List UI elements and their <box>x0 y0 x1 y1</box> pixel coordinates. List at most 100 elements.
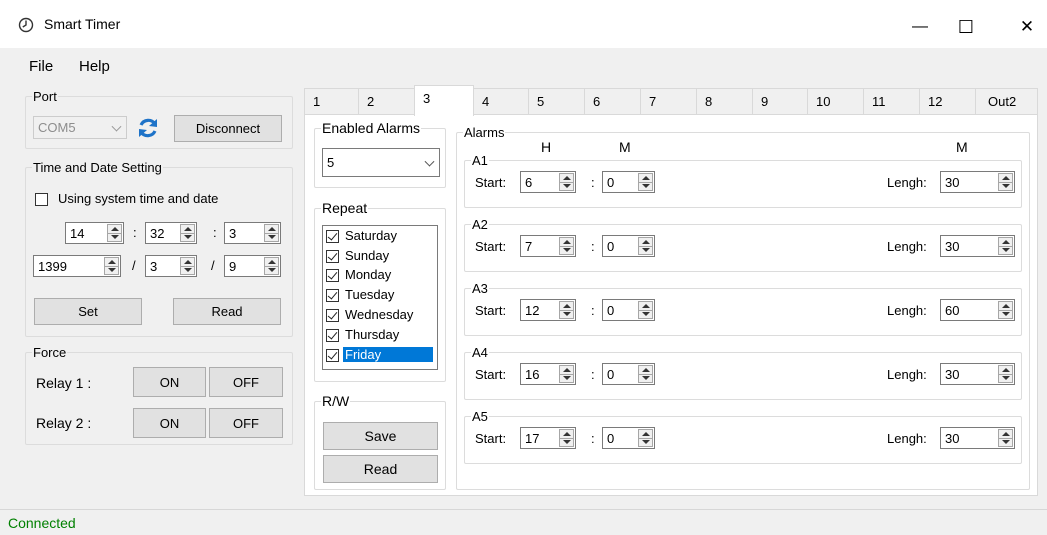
tab-6[interactable]: 6 <box>584 88 641 115</box>
length-label: Lengh: <box>887 175 927 190</box>
tab-label: 6 <box>593 94 601 109</box>
menu-file[interactable]: File <box>29 58 53 75</box>
use-system-time-checkbox[interactable] <box>35 193 48 206</box>
checkbox-checked-icon[interactable] <box>326 250 339 263</box>
alarm-hour-stepper[interactable]: 16 <box>520 363 576 385</box>
spin-arrows-icon[interactable] <box>559 237 574 255</box>
alarm-minute-stepper[interactable]: 0 <box>602 235 655 257</box>
tab-8[interactable]: 8 <box>696 88 753 115</box>
tab-12[interactable]: 12 <box>919 88 976 115</box>
checkbox-checked-icon[interactable] <box>326 349 339 362</box>
alarm-colon: : <box>591 431 595 446</box>
relay2-on-button[interactable]: ON <box>133 408 206 438</box>
day-stepper[interactable]: 9 <box>224 255 281 277</box>
tab-9[interactable]: 9 <box>752 88 808 115</box>
list-item[interactable]: Sunday <box>325 248 433 264</box>
tab-11[interactable]: 11 <box>863 88 920 115</box>
tab-2[interactable]: 2 <box>358 88 415 115</box>
spin-arrows-icon[interactable] <box>559 301 574 319</box>
tab-3[interactable]: 3 <box>414 85 474 116</box>
year-stepper[interactable]: 1399 <box>33 255 121 277</box>
refresh-icon[interactable] <box>135 115 161 141</box>
checkbox-checked-icon[interactable] <box>326 309 339 322</box>
save-button[interactable]: Save <box>323 422 438 450</box>
checkbox-checked-icon[interactable] <box>326 329 339 342</box>
spin-arrows-icon[interactable] <box>559 173 574 191</box>
use-system-time-label: Using system time and date <box>58 191 219 206</box>
set-time-button[interactable]: Set <box>34 298 142 325</box>
enabled-alarms-legend: Enabled Alarms <box>322 120 421 136</box>
spin-arrows-icon[interactable] <box>559 429 574 447</box>
alarm-minute-stepper[interactable]: 0 <box>602 363 655 385</box>
spin-arrows-icon[interactable] <box>998 365 1013 383</box>
tab-7[interactable]: 7 <box>640 88 697 115</box>
spin-arrows-icon[interactable] <box>180 257 195 275</box>
minute-stepper[interactable]: 32 <box>145 222 197 244</box>
alarm-name: A1 <box>472 153 488 168</box>
enabled-alarms-combo[interactable]: 5 <box>322 148 440 177</box>
spin-arrows-icon[interactable] <box>107 224 122 242</box>
close-button[interactable]: ✕ <box>1007 12 1047 42</box>
spin-arrows-icon[interactable] <box>998 301 1013 319</box>
tab-4[interactable]: 4 <box>473 88 529 115</box>
alarm-minute-stepper[interactable]: 0 <box>602 171 655 193</box>
spin-arrows-icon[interactable] <box>998 237 1013 255</box>
checkbox-checked-icon[interactable] <box>326 289 339 302</box>
spin-arrows-icon[interactable] <box>638 429 653 447</box>
tab-1[interactable]: 1 <box>304 88 359 115</box>
list-item-selected[interactable]: Friday <box>325 347 433 363</box>
tab-10[interactable]: 10 <box>807 88 864 115</box>
spin-arrows-icon[interactable] <box>638 301 653 319</box>
length-label: Lengh: <box>887 367 927 382</box>
list-item[interactable]: Tuesday <box>325 287 433 303</box>
maximize-button[interactable]: ☐ <box>946 12 986 42</box>
list-item[interactable]: Monday <box>325 267 433 283</box>
alarm-minute-stepper[interactable]: 0 <box>602 299 655 321</box>
alarm-minute-stepper[interactable]: 0 <box>602 427 655 449</box>
spin-arrows-icon[interactable] <box>264 257 279 275</box>
spin-arrows-icon[interactable] <box>638 365 653 383</box>
repeat-days-list[interactable]: Saturday Sunday Monday Tuesday Wednesday… <box>322 225 438 370</box>
disconnect-button[interactable]: Disconnect <box>174 115 282 142</box>
alarm-hour-stepper[interactable]: 17 <box>520 427 576 449</box>
spin-arrows-icon[interactable] <box>104 257 119 275</box>
spin-arrows-icon[interactable] <box>998 173 1013 191</box>
month-stepper[interactable]: 3 <box>145 255 197 277</box>
alarm-hour-stepper[interactable]: 7 <box>520 235 576 257</box>
alarm-colon: : <box>591 367 595 382</box>
spin-arrows-icon[interactable] <box>638 237 653 255</box>
tab-out2[interactable]: Out2 <box>975 88 1038 115</box>
checkbox-checked-icon[interactable] <box>326 269 339 282</box>
checkbox-checked-icon[interactable] <box>326 230 339 243</box>
list-item[interactable]: Thursday <box>325 327 433 343</box>
second-stepper[interactable]: 3 <box>224 222 281 244</box>
port-combo[interactable]: COM5 <box>33 116 127 139</box>
spin-arrows-icon[interactable] <box>559 365 574 383</box>
spin-arrows-icon[interactable] <box>264 224 279 242</box>
hour-stepper[interactable]: 14 <box>65 222 124 244</box>
connection-status: Connected <box>8 515 76 531</box>
menu-help[interactable]: Help <box>79 58 110 75</box>
alarm-length-stepper[interactable]: 30 <box>940 363 1015 385</box>
relay1-on-button[interactable]: ON <box>133 367 206 397</box>
spin-arrows-icon[interactable] <box>638 173 653 191</box>
minimize-button[interactable]: — <box>900 12 940 42</box>
tab-5[interactable]: 5 <box>528 88 585 115</box>
alarm-length-stepper[interactable]: 30 <box>940 171 1015 193</box>
read-button[interactable]: Read <box>323 455 438 483</box>
alarm-length-stepper[interactable]: 30 <box>940 235 1015 257</box>
alarm-hour-stepper[interactable]: 6 <box>520 171 576 193</box>
alarm-hour-stepper[interactable]: 12 <box>520 299 576 321</box>
length-label: Lengh: <box>887 239 927 254</box>
alarm-length-stepper[interactable]: 60 <box>940 299 1015 321</box>
status-bar <box>0 509 1047 535</box>
alarm-length-value: 60 <box>945 303 960 318</box>
spin-arrows-icon[interactable] <box>180 224 195 242</box>
read-time-button[interactable]: Read <box>173 298 281 325</box>
list-item[interactable]: Wednesday <box>325 307 433 323</box>
list-item[interactable]: Saturday <box>325 228 433 244</box>
relay2-off-button[interactable]: OFF <box>209 408 283 438</box>
alarm-length-stepper[interactable]: 30 <box>940 427 1015 449</box>
relay1-off-button[interactable]: OFF <box>209 367 283 397</box>
spin-arrows-icon[interactable] <box>998 429 1013 447</box>
